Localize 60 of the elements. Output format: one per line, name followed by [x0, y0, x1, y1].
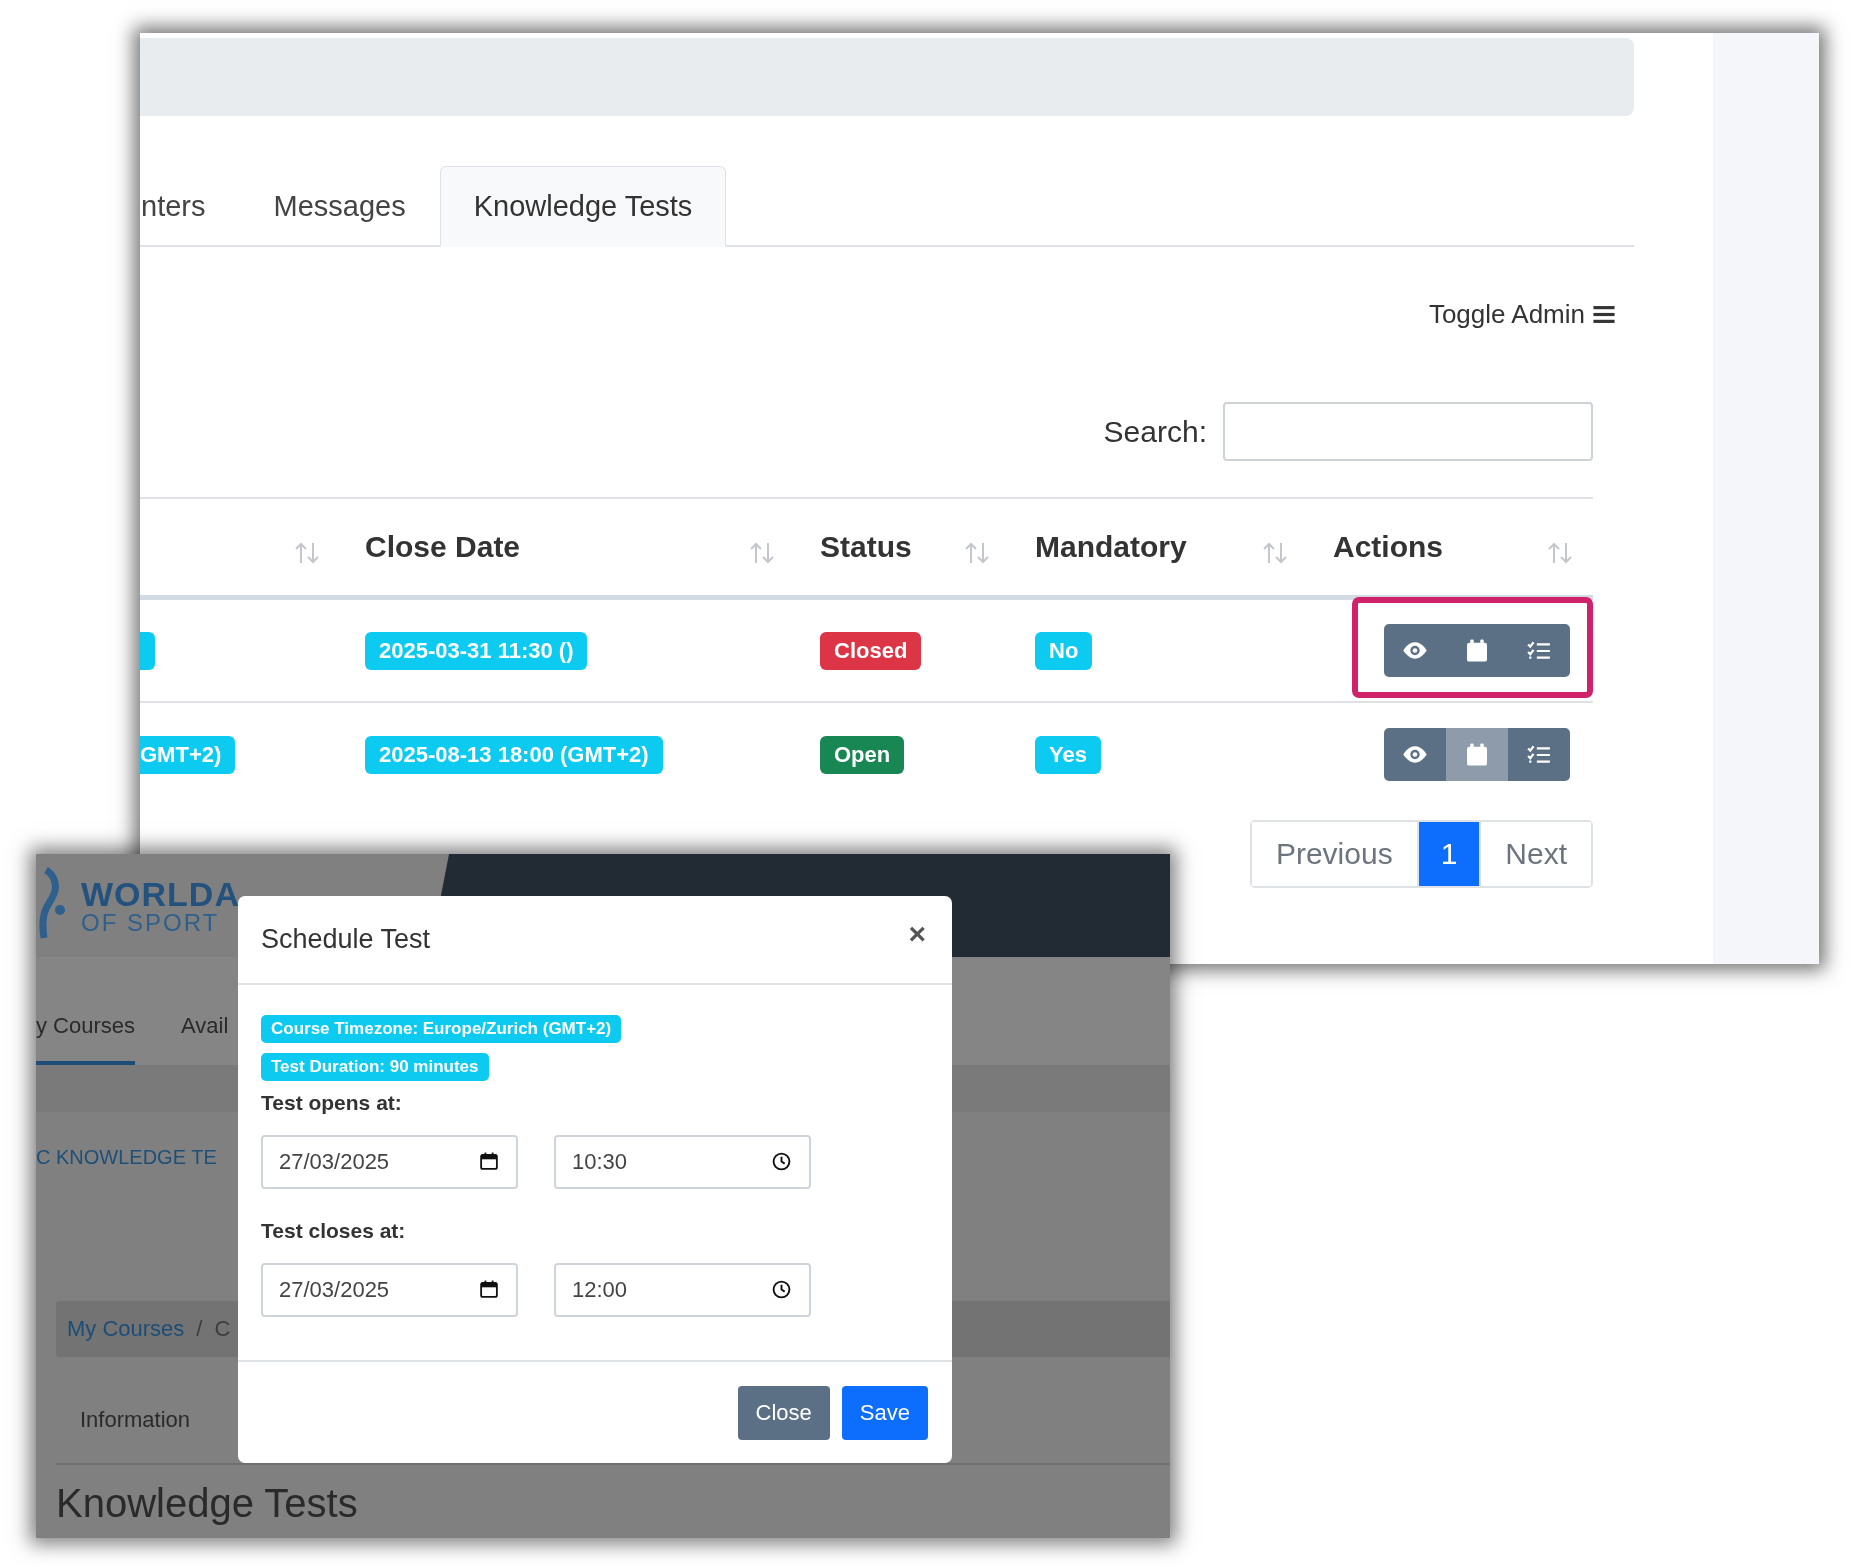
badge	[140, 631, 155, 670]
date-field[interactable]: 27/03/2025	[261, 1135, 518, 1189]
date-badge: 2025-03-31 11:30 ()	[365, 631, 588, 670]
sort-icon[interactable]	[1547, 541, 1573, 565]
save-button[interactable]: Save	[841, 1385, 928, 1440]
search-label: Search:	[1103, 414, 1207, 449]
calendar-icon	[480, 1280, 498, 1298]
tab[interactable]: Messages	[239, 166, 440, 247]
calendar-icon	[1467, 743, 1487, 766]
close-button[interactable]: ×	[904, 916, 930, 951]
toggle-admin-button[interactable]: Toggle Admin	[1428, 299, 1615, 330]
status-badge: Open	[820, 735, 905, 774]
clock-icon	[772, 1152, 791, 1171]
column-header[interactable]: Status	[820, 530, 912, 564]
tab[interactable]: Knowledge Tests	[439, 166, 727, 247]
date-badge: GMT+2)	[140, 735, 236, 774]
date-field[interactable]: 27/03/2025	[261, 1263, 518, 1317]
mandatory-badge: No	[1035, 631, 1093, 670]
nav-link[interactable]: Avail	[181, 957, 229, 1065]
sort-icon[interactable]	[294, 541, 320, 565]
time-field[interactable]: 10:30	[554, 1135, 811, 1189]
sort-icon[interactable]	[749, 541, 775, 565]
mandatory-badge: Yes	[1035, 735, 1101, 774]
page-button[interactable]: Next	[1479, 822, 1591, 886]
date-badge: 2025-08-13 18:00 (GMT+2)	[365, 735, 663, 774]
logo-subtitle: OF SPORT	[81, 910, 221, 935]
view-button[interactable]	[1384, 624, 1446, 677]
sort-icon[interactable]	[1262, 541, 1288, 565]
view-button[interactable]	[1384, 728, 1446, 781]
logo-text: WORLDA	[81, 876, 240, 911]
status-badge: Closed	[820, 631, 922, 670]
course-title: C KNOWLEDGE TE	[36, 1146, 217, 1169]
checklist-icon	[1527, 744, 1551, 765]
calendar-icon	[1467, 639, 1487, 662]
eye-icon	[1401, 641, 1429, 660]
schedule-button[interactable]	[1446, 728, 1508, 781]
clock-icon	[772, 1280, 791, 1299]
page-button[interactable]: 1	[1416, 822, 1480, 886]
dialog-title: Schedule Test	[261, 924, 431, 955]
time-field[interactable]: 12:00	[554, 1263, 811, 1317]
info-badge: Test Duration: 90 minutes	[261, 1053, 489, 1081]
menu-icon	[1593, 305, 1615, 324]
results-button[interactable]	[1508, 728, 1570, 781]
page-heading: Knowledge Tests	[56, 1481, 359, 1525]
eye-icon	[1401, 745, 1429, 764]
tab[interactable]: nters	[140, 166, 240, 247]
breadcrumb-separator: /	[196, 1316, 203, 1342]
field-label: Test opens at:	[261, 1091, 403, 1115]
column-header[interactable]: Actions	[1333, 530, 1443, 564]
info-badge: Course Timezone: Europe/Zurich (GMT+2)	[261, 1015, 622, 1043]
results-button[interactable]	[1508, 624, 1570, 677]
close-button[interactable]: Close	[737, 1385, 830, 1440]
search-field[interactable]	[1223, 402, 1593, 461]
sort-icon[interactable]	[964, 541, 990, 565]
checklist-icon	[1527, 640, 1551, 661]
tab[interactable]: Information	[56, 1407, 191, 1463]
column-header[interactable]: Mandatory	[1035, 530, 1187, 564]
calendar-icon	[480, 1152, 498, 1170]
column-header[interactable]: Close Date	[365, 530, 521, 564]
field-label: Test closes at:	[261, 1219, 407, 1243]
